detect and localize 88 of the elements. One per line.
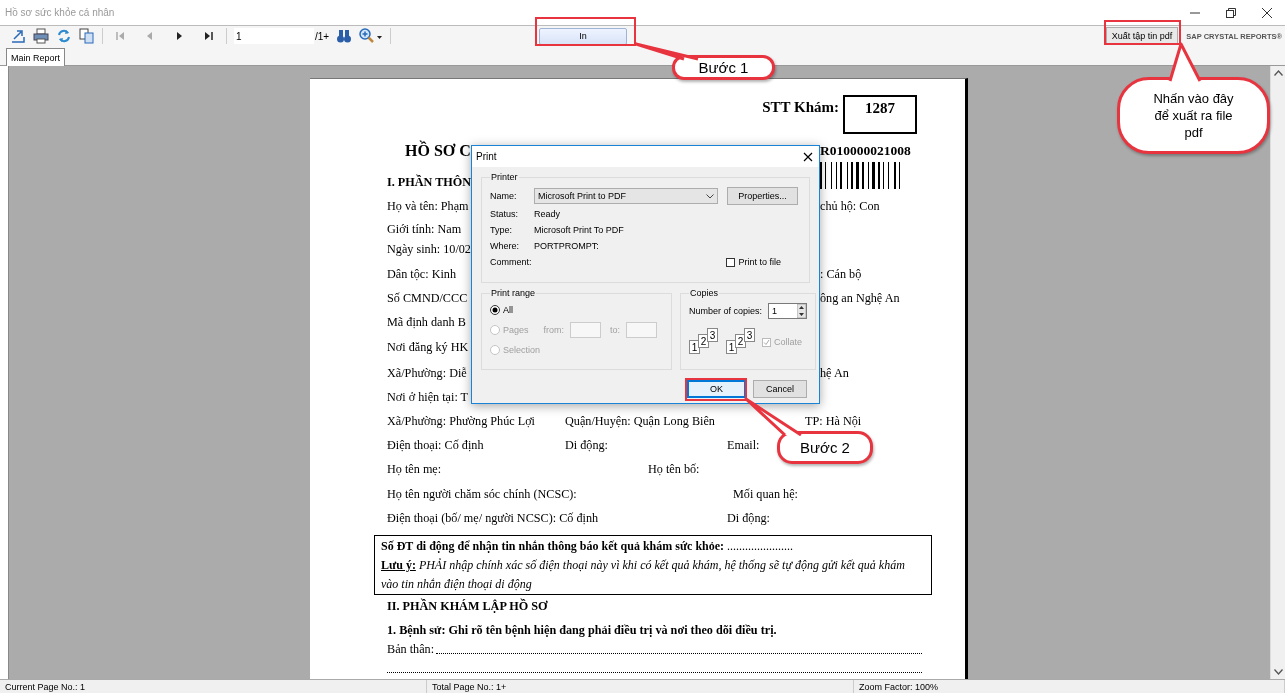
window-title: Hồ sơ sức khỏe cá nhân [5,7,115,18]
field-label: Type: [490,225,513,235]
radio-option[interactable]: All [490,300,513,320]
spin-arrows-icon [797,304,807,318]
status-text: Total Page No.: 1+ [427,680,854,693]
field-label: Where: [490,241,520,251]
export-icon[interactable] [10,28,26,44]
form-field-text: Mối quan hệ: [733,486,798,503]
form-field-text: Họ và tên: Phạm [387,198,469,215]
caret-icon [706,193,714,199]
scroll-down-icon[interactable] [1273,669,1283,675]
status-text: Zoom Factor: 100% [854,680,1285,693]
collate-drawing: 1 2 3 1 2 3 [689,328,757,356]
callout: Nhấn vào đây để xuất ra file pdf [1117,77,1270,154]
highlight-frame [685,378,747,401]
form-field-text: Họ tên bố: [648,461,700,478]
question-text: 1. Bệnh sử: Ghi rõ tên bệnh hiện đang phải điều trị và nơi theo dõi điều trị. [387,622,778,639]
form-field-text: Dân tộc: Kinh [387,266,457,283]
page-total: /1+ [315,30,330,42]
field-label: Status: [490,209,519,219]
field-label: to: [610,325,621,335]
form-field-text: TP: Hà Nội [805,413,862,430]
dialog-title: Print [476,151,497,162]
field-value: Ready [534,209,561,219]
section-heading: II. PHẦN KHÁM LẬP HỒ SƠ [387,597,549,615]
input-field[interactable] [626,322,658,338]
group-label: Copies [689,288,720,298]
form-field-text: : Cán bộ [820,266,862,283]
scrollbar[interactable] [1270,66,1285,679]
notice-note: Lưu ý: PHẢI nhập chính xác số điện thoại này vì khi có kết quả khám, hệ thống sẽ tự động gửi kết quả khám vào tin nhắn điện thoại di động [381,557,906,593]
input-field[interactable] [570,322,602,338]
page-number-field[interactable]: 1 [234,28,314,44]
group-label: Printer [490,172,519,182]
zoom-icon[interactable] [359,28,384,44]
form-field-text: Họ tên mẹ: [387,461,442,478]
section-heading: I. PHẦN THÔN [387,173,472,191]
form-field-text: Ngày sinh: 10/02 [387,241,471,258]
form-field-text: Họ tên người chăm sóc chính (NCSC): [387,486,577,503]
field-value: Microsoft Print To PDF [534,225,625,235]
field-value: PORTPROMPT: [534,241,600,251]
print-to-file-checkbox[interactable]: Print to file [726,257,781,267]
form-field-text: ông an Nghệ An [820,290,900,307]
form-field-text: Di động: [727,510,770,527]
form-field-text: hệ An [820,365,849,382]
tab[interactable]: Main Report [6,48,66,66]
answer-label: Bản thân: [387,641,435,658]
form-field-text: Điện thoại (bố/ mẹ/ người NCSC): Cố định [387,510,599,527]
field-label: Comment: [490,257,533,267]
callout-pointer [744,397,804,436]
group-label: Print range [490,288,537,298]
close-icon[interactable] [803,151,813,162]
form-field-text: Di động: [565,437,608,454]
print-button[interactable]: In [539,27,627,45]
form-field-text: Điện thoại: Cố định [387,437,484,454]
binoculars-icon[interactable] [336,28,353,44]
field-label: Number of copies: [689,306,763,316]
stt-value-box: 1287 [843,95,917,134]
status-text: Current Page No.: 1 [0,680,427,693]
field-label: Name: [490,191,518,201]
copy-icon[interactable] [79,28,95,44]
properties-button[interactable]: Properties... [727,187,798,205]
stt-label: STT Khám: [762,99,839,116]
form-field-text: Giới tính: Nam [387,221,462,238]
copies-spinner[interactable]: 1 [768,303,808,319]
form-field-text: Email: [727,437,760,454]
callout: Bước 2 [777,431,873,464]
field-label: from: [543,325,565,335]
notice-text: Số ĐT di động để nhận tin nhắn thông báo kết quả khám sức khỏe: ...................... [381,538,795,555]
document-title: HỒ SƠ C [405,142,471,160]
form-field-text: Xã/Phường: Diễ [387,365,467,382]
form-field-text: Số CMND/CCC [387,290,468,307]
cancel-button[interactable]: Cancel [753,380,807,398]
close-icon[interactable] [1262,7,1272,18]
restore-icon[interactable] [1226,7,1236,18]
record-code: R010000021008 [820,142,911,160]
printer-dropdown[interactable]: Microsoft Print to PDF [534,188,718,204]
form-field-text: chủ hộ: Con [820,198,880,215]
radio-icon[interactable] [490,305,500,315]
form-field-text: Xã/Phường: Phường Phúc Lợi [387,413,535,430]
checkbox-icon[interactable] [726,257,736,267]
form-field-text: Mã định danh B [387,314,466,331]
print-icon[interactable] [33,28,49,44]
form-field-text: Nơi đăng ký HK [387,339,469,356]
refresh-icon[interactable] [56,28,72,44]
form-field-text: Nơi ở hiện tại: T [387,389,469,406]
ok-button[interactable]: OK [687,380,746,398]
scroll-up-icon[interactable] [1273,70,1283,76]
form-field-text: Quận/Huyện: Quận Long Biên [565,413,715,430]
